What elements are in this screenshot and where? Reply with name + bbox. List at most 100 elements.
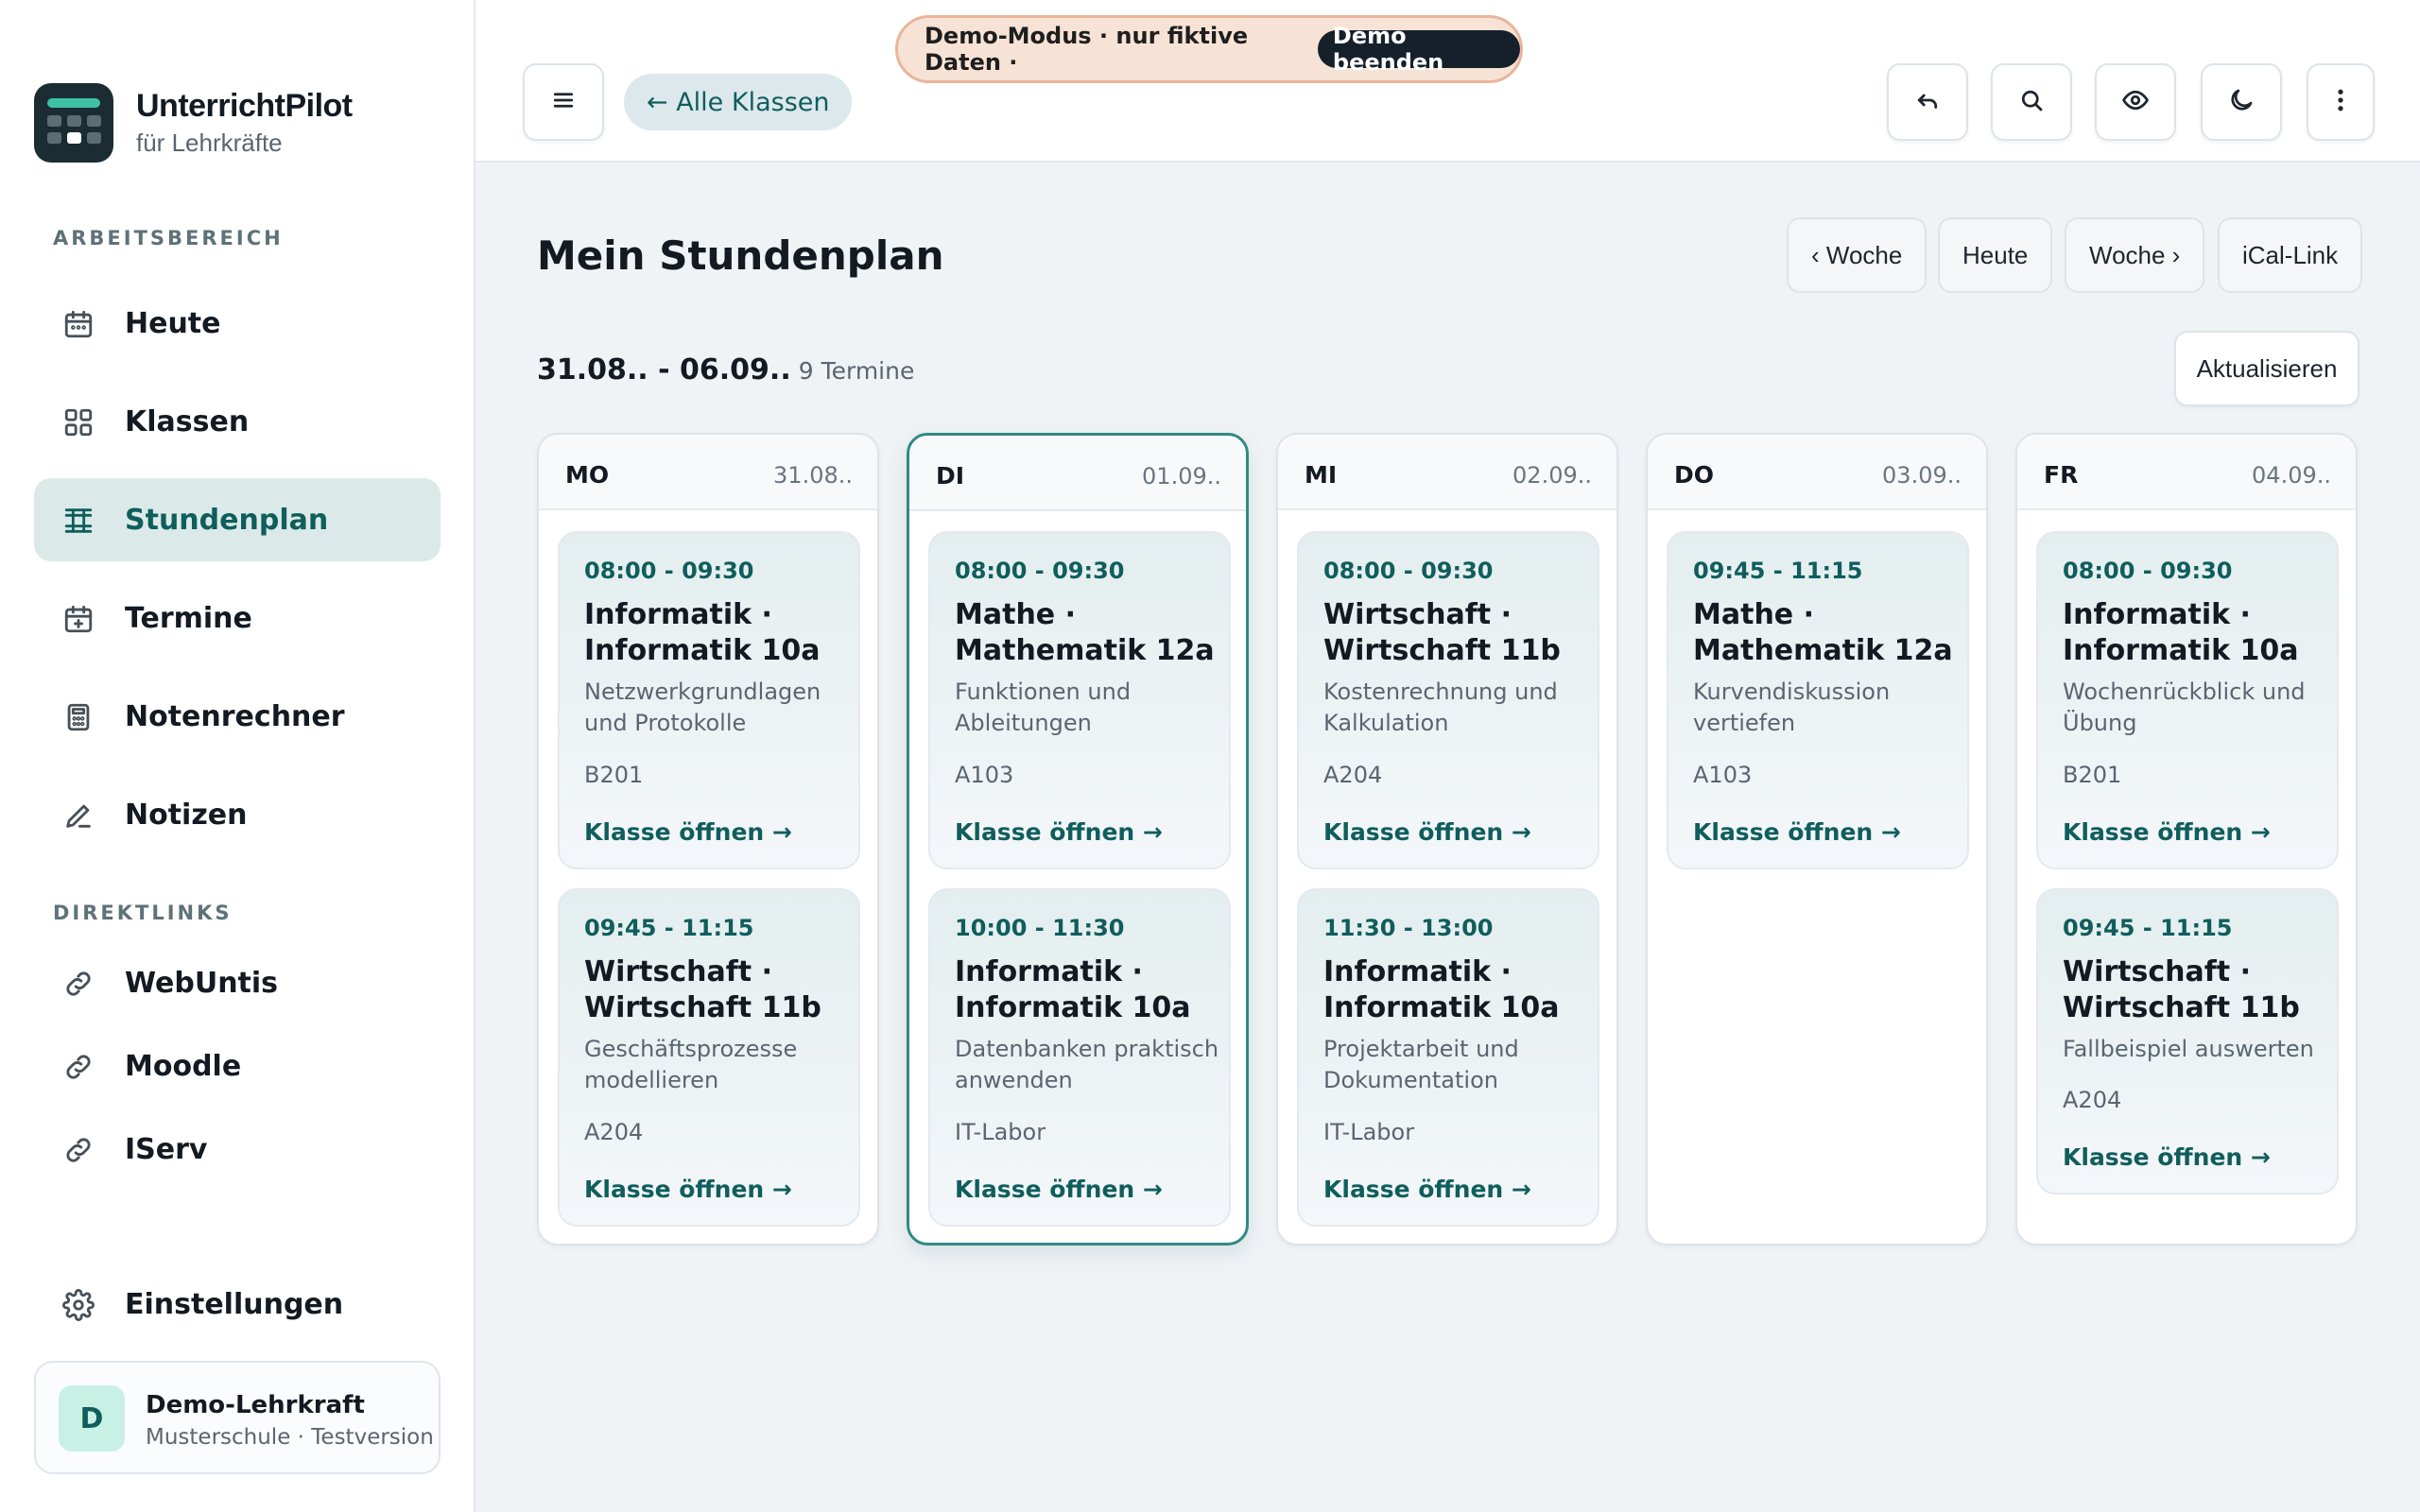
day-date: 01.09.. [1142,463,1221,490]
user-meta: Musterschule · Testversion [146,1425,434,1450]
lesson-title: Mathe · Mathematik 12a [1693,598,1953,667]
sidebar-item-notenrechner[interactable]: Notenrechner [34,675,441,758]
date-range: 31.08.. - 06.09.. [537,353,791,387]
sidebar-link-iserv[interactable]: IServ [34,1108,441,1191]
demo-banner: Demo-Modus · nur fiktive Daten · Demo be… [895,15,1523,83]
lesson-card[interactable]: 08:00 - 09:30 Wirtschaft · Wirtschaft 11… [1297,531,1599,869]
lesson-title: Wirtschaft · Wirtschaft 11b [1323,598,1561,667]
sidebar-link-label: WebUntis [125,966,279,1000]
open-class-link[interactable]: Klasse öffnen → [584,1176,792,1203]
more-button[interactable] [2307,63,2375,141]
lesson-topic: Datenbanken praktisch anwenden [955,1036,1219,1093]
day-header: FR 04.09.. [2017,435,2356,510]
open-class-link[interactable]: Klasse öffnen → [2063,1143,2271,1171]
gear-icon [62,1289,95,1321]
more-vertical-icon [2326,86,2355,118]
day-date: 04.09.. [2252,462,2331,489]
ical-link-button[interactable]: iCal-Link [2218,217,2363,293]
lesson-card[interactable]: 11:30 - 13:00 Informatik · Informatik 10… [1297,888,1599,1227]
refresh-button[interactable]: Aktualisieren [2174,331,2360,406]
open-class-link[interactable]: Klasse öffnen → [584,818,792,846]
sidebar: UnterrichtPilot für Lehrkräfte ARBEITSBE… [0,0,475,1512]
lesson-room: A204 [1323,762,1383,788]
today-button[interactable]: Heute [1938,217,2053,293]
sidebar-item-heute[interactable]: Heute [34,282,441,365]
open-class-link[interactable]: Klasse öffnen → [1323,1176,1531,1203]
open-class-link[interactable]: Klasse öffnen → [1323,818,1531,846]
open-class-link[interactable]: Klasse öffnen → [1693,818,1901,846]
day-name: MI [1305,461,1338,489]
sidebar-item-label: Heute [125,306,221,340]
menu-icon [549,86,578,118]
link-icon [62,1134,95,1166]
lesson-time: 09:45 - 11:15 [1693,558,1863,584]
lesson-time: 08:00 - 09:30 [2063,558,2233,584]
app-logo-icon [34,83,113,163]
lesson-card[interactable]: 08:00 - 09:30 Mathe · Mathematik 12a Fun… [928,531,1231,869]
lesson-room: A204 [2063,1087,2122,1113]
open-class-link[interactable]: Klasse öffnen → [955,1176,1163,1203]
undo-icon [1913,86,1942,118]
search-button[interactable] [1991,63,2072,141]
previous-week-button[interactable]: ‹ Woche [1787,217,1927,293]
lesson-time: 09:45 - 11:15 [584,915,754,941]
lesson-title: Informatik · Informatik 10a [1323,955,1560,1024]
lesson-title: Wirtschaft · Wirtschaft 11b [2063,955,2300,1024]
undo-button[interactable] [1887,63,1968,141]
lesson-title: Informatik · Informatik 10a [2063,598,2299,667]
lesson-topic: Netzwerkgrundlagen und Protokolle [584,679,821,736]
sidebar-item-label: Stundenplan [125,503,329,537]
sidebar-item-label: Klassen [125,404,250,438]
lesson-card[interactable]: 08:00 - 09:30 Informatik · Informatik 10… [558,531,860,869]
sidebar-link-webuntis[interactable]: WebUntis [34,941,441,1024]
lesson-card[interactable]: 09:45 - 11:15 Mathe · Mathematik 12a Kur… [1667,531,1969,869]
day-name: DO [1674,461,1715,489]
lesson-room: A204 [584,1119,644,1145]
sidebar-item-notizen[interactable]: Notizen [34,773,441,856]
day-name: DI [936,462,965,490]
lesson-card[interactable]: 08:00 - 09:30 Informatik · Informatik 10… [2036,531,2339,869]
end-demo-button[interactable]: Demo beenden [1317,23,1520,76]
sidebar-item-klassen[interactable]: Klassen [34,380,441,463]
sidebar-item-label: Notizen [125,798,248,832]
visibility-button[interactable] [2095,63,2176,141]
timetable-icon [62,505,95,537]
dark-mode-button[interactable] [2201,63,2282,141]
lesson-topic: Kurvendiskussion vertiefen [1693,679,1891,736]
week-range: 31.08.. - 06.09.. 9 Termine [537,353,914,387]
app-subtitle: für Lehrkräfte [136,129,283,157]
lesson-card[interactable]: 10:00 - 11:30 Informatik · Informatik 10… [928,888,1231,1227]
lesson-topic: Wochenrückblick und Übung [2063,679,2306,736]
lesson-title: Mathe · Mathematik 12a [955,598,1215,667]
day-date: 03.09.. [1882,462,1962,489]
search-icon [2017,86,2046,118]
sidebar-link-moodle[interactable]: Moodle [34,1024,441,1108]
brand[interactable]: UnterrichtPilot für Lehrkräfte [34,83,353,163]
grid-icon [62,406,95,438]
topbar: ← Alle Klassen Demo-Modus · nur fiktive … [475,0,2420,163]
open-class-link[interactable]: Klasse öffnen → [2063,818,2271,846]
lesson-card[interactable]: 09:45 - 11:15 Wirtschaft · Wirtschaft 11… [2036,888,2339,1194]
calculator-icon [62,701,95,733]
event-count: 9 Termine [798,357,915,385]
link-icon [62,968,95,1000]
menu-button[interactable] [523,63,604,141]
sidebar-item-einstellungen[interactable]: Einstellungen [34,1263,441,1346]
day-header: DI 01.09.. [909,436,1246,511]
back-to-classes-button[interactable]: ← Alle Klassen [624,74,853,130]
day-header: MI 02.09.. [1278,435,1616,510]
page-title: Mein Stundenplan [537,232,944,279]
day-header: DO 03.09.. [1648,435,1986,510]
sidebar-item-stundenplan[interactable]: Stundenplan [34,478,441,561]
sidebar-item-label: Notenrechner [125,699,345,733]
lesson-time: 11:30 - 13:00 [1323,915,1494,941]
user-card[interactable]: D Demo-Lehrkraft Musterschule · Testvers… [34,1361,441,1474]
open-class-link[interactable]: Klasse öffnen → [955,818,1163,846]
next-week-button[interactable]: Woche › [2065,217,2205,293]
lesson-card[interactable]: 09:45 - 11:15 Wirtschaft · Wirtschaft 11… [558,888,860,1227]
sidebar-link-label: IServ [125,1132,208,1166]
sidebar-item-label: Einstellungen [125,1287,344,1321]
lesson-topic: Kostenrechnung und Kalkulation [1323,679,1558,736]
sidebar-item-termine[interactable]: Termine [34,576,441,660]
pencil-icon [62,799,95,832]
